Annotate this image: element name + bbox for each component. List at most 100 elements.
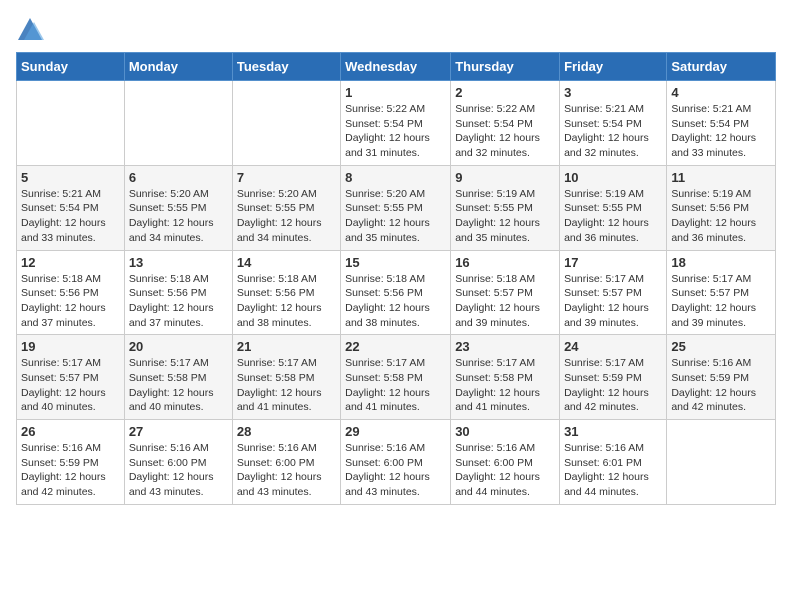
day-number: 19 [21, 339, 120, 354]
day-header-sunday: Sunday [17, 53, 125, 81]
day-cell: 8 Sunrise: 5:20 AMSunset: 5:55 PMDaylight… [341, 165, 451, 250]
day-cell: 12 Sunrise: 5:18 AMSunset: 5:56 PMDayligh… [17, 250, 125, 335]
day-info: Sunrise: 5:19 AMSunset: 5:55 PMDaylight:… [455, 187, 555, 246]
week-row-4: 19 Sunrise: 5:17 AMSunset: 5:57 PMDayligh… [17, 335, 776, 420]
day-cell: 19 Sunrise: 5:17 AMSunset: 5:57 PMDayligh… [17, 335, 125, 420]
day-info: Sunrise: 5:21 AMSunset: 5:54 PMDaylight:… [564, 102, 662, 161]
day-number: 15 [345, 255, 446, 270]
day-info: Sunrise: 5:20 AMSunset: 5:55 PMDaylight:… [129, 187, 228, 246]
day-info: Sunrise: 5:16 AMSunset: 6:00 PMDaylight:… [345, 441, 446, 500]
logo [16, 16, 48, 44]
day-number: 1 [345, 85, 446, 100]
week-row-3: 12 Sunrise: 5:18 AMSunset: 5:56 PMDayligh… [17, 250, 776, 335]
day-number: 29 [345, 424, 446, 439]
day-info: Sunrise: 5:22 AMSunset: 5:54 PMDaylight:… [455, 102, 555, 161]
day-info: Sunrise: 5:16 AMSunset: 6:00 PMDaylight:… [455, 441, 555, 500]
day-number: 4 [671, 85, 771, 100]
day-number: 16 [455, 255, 555, 270]
day-info: Sunrise: 5:18 AMSunset: 5:56 PMDaylight:… [237, 272, 336, 331]
header-row: SundayMondayTuesdayWednesdayThursdayFrid… [17, 53, 776, 81]
week-row-5: 26 Sunrise: 5:16 AMSunset: 5:59 PMDayligh… [17, 420, 776, 505]
day-header-tuesday: Tuesday [232, 53, 340, 81]
day-info: Sunrise: 5:20 AMSunset: 5:55 PMDaylight:… [345, 187, 446, 246]
day-number: 10 [564, 170, 662, 185]
day-number: 23 [455, 339, 555, 354]
logo-icon [16, 16, 44, 44]
day-cell: 24 Sunrise: 5:17 AMSunset: 5:59 PMDayligh… [560, 335, 667, 420]
day-cell [124, 81, 232, 166]
day-header-monday: Monday [124, 53, 232, 81]
day-number: 14 [237, 255, 336, 270]
day-info: Sunrise: 5:16 AMSunset: 5:59 PMDaylight:… [671, 356, 771, 415]
calendar: SundayMondayTuesdayWednesdayThursdayFrid… [16, 52, 776, 505]
day-cell: 21 Sunrise: 5:17 AMSunset: 5:58 PMDayligh… [232, 335, 340, 420]
day-number: 25 [671, 339, 771, 354]
day-info: Sunrise: 5:18 AMSunset: 5:56 PMDaylight:… [21, 272, 120, 331]
day-cell [17, 81, 125, 166]
day-number: 24 [564, 339, 662, 354]
day-cell: 31 Sunrise: 5:16 AMSunset: 6:01 PMDayligh… [560, 420, 667, 505]
day-cell: 26 Sunrise: 5:16 AMSunset: 5:59 PMDayligh… [17, 420, 125, 505]
day-cell: 9 Sunrise: 5:19 AMSunset: 5:55 PMDaylight… [451, 165, 560, 250]
day-number: 17 [564, 255, 662, 270]
day-number: 26 [21, 424, 120, 439]
day-info: Sunrise: 5:19 AMSunset: 5:56 PMDaylight:… [671, 187, 771, 246]
day-number: 13 [129, 255, 228, 270]
day-info: Sunrise: 5:18 AMSunset: 5:56 PMDaylight:… [345, 272, 446, 331]
day-info: Sunrise: 5:17 AMSunset: 5:58 PMDaylight:… [237, 356, 336, 415]
day-number: 2 [455, 85, 555, 100]
day-info: Sunrise: 5:17 AMSunset: 5:58 PMDaylight:… [455, 356, 555, 415]
day-cell: 7 Sunrise: 5:20 AMSunset: 5:55 PMDaylight… [232, 165, 340, 250]
day-cell: 17 Sunrise: 5:17 AMSunset: 5:57 PMDayligh… [560, 250, 667, 335]
day-cell: 27Sunrise: 5:16 AMSunset: 6:00 PMDayligh… [124, 420, 232, 505]
day-cell: 16 Sunrise: 5:18 AMSunset: 5:57 PMDayligh… [451, 250, 560, 335]
day-header-friday: Friday [560, 53, 667, 81]
week-row-1: 1 Sunrise: 5:22 AMSunset: 5:54 PMDaylight… [17, 81, 776, 166]
day-number: 27 [129, 424, 228, 439]
day-cell: 1 Sunrise: 5:22 AMSunset: 5:54 PMDaylight… [341, 81, 451, 166]
day-cell: 2 Sunrise: 5:22 AMSunset: 5:54 PMDaylight… [451, 81, 560, 166]
day-number: 5 [21, 170, 120, 185]
day-info: Sunrise: 5:16 AMSunset: 6:01 PMDaylight:… [564, 441, 662, 500]
day-cell [232, 81, 340, 166]
day-info: Sunrise: 5:17 AMSunset: 5:57 PMDaylight:… [21, 356, 120, 415]
day-number: 20 [129, 339, 228, 354]
day-info: Sunrise: 5:19 AMSunset: 5:55 PMDaylight:… [564, 187, 662, 246]
day-number: 21 [237, 339, 336, 354]
day-info: Sunrise: 5:21 AMSunset: 5:54 PMDaylight:… [21, 187, 120, 246]
day-cell: 6 Sunrise: 5:20 AMSunset: 5:55 PMDaylight… [124, 165, 232, 250]
day-cell: 22Sunrise: 5:17 AMSunset: 5:58 PMDayligh… [341, 335, 451, 420]
day-info: Sunrise: 5:17 AMSunset: 5:59 PMDaylight:… [564, 356, 662, 415]
day-cell: 23 Sunrise: 5:17 AMSunset: 5:58 PMDayligh… [451, 335, 560, 420]
day-cell: 25 Sunrise: 5:16 AMSunset: 5:59 PMDayligh… [667, 335, 776, 420]
day-header-thursday: Thursday [451, 53, 560, 81]
day-header-wednesday: Wednesday [341, 53, 451, 81]
day-info: Sunrise: 5:17 AMSunset: 5:57 PMDaylight:… [564, 272, 662, 331]
day-number: 18 [671, 255, 771, 270]
day-number: 31 [564, 424, 662, 439]
day-cell: 14 Sunrise: 5:18 AMSunset: 5:56 PMDayligh… [232, 250, 340, 335]
day-info: Sunrise: 5:20 AMSunset: 5:55 PMDaylight:… [237, 187, 336, 246]
day-cell: 11Sunrise: 5:19 AMSunset: 5:56 PMDayligh… [667, 165, 776, 250]
day-number: 8 [345, 170, 446, 185]
day-number: 12 [21, 255, 120, 270]
day-cell: 29 Sunrise: 5:16 AMSunset: 6:00 PMDayligh… [341, 420, 451, 505]
day-cell: 13 Sunrise: 5:18 AMSunset: 5:56 PMDayligh… [124, 250, 232, 335]
day-info: Sunrise: 5:18 AMSunset: 5:57 PMDaylight:… [455, 272, 555, 331]
week-row-2: 5 Sunrise: 5:21 AMSunset: 5:54 PMDaylight… [17, 165, 776, 250]
day-info: Sunrise: 5:16 AMSunset: 6:00 PMDaylight:… [237, 441, 336, 500]
day-cell: 5 Sunrise: 5:21 AMSunset: 5:54 PMDaylight… [17, 165, 125, 250]
day-number: 28 [237, 424, 336, 439]
day-header-saturday: Saturday [667, 53, 776, 81]
day-number: 6 [129, 170, 228, 185]
day-info: Sunrise: 5:21 AMSunset: 5:54 PMDaylight:… [671, 102, 771, 161]
day-info: Sunrise: 5:18 AMSunset: 5:56 PMDaylight:… [129, 272, 228, 331]
day-info: Sunrise: 5:22 AMSunset: 5:54 PMDaylight:… [345, 102, 446, 161]
day-number: 30 [455, 424, 555, 439]
day-cell: 15 Sunrise: 5:18 AMSunset: 5:56 PMDayligh… [341, 250, 451, 335]
day-info: Sunrise: 5:16 AMSunset: 5:59 PMDaylight:… [21, 441, 120, 500]
day-info: Sunrise: 5:17 AMSunset: 5:57 PMDaylight:… [671, 272, 771, 331]
day-cell: 20Sunrise: 5:17 AMSunset: 5:58 PMDayligh… [124, 335, 232, 420]
day-number: 9 [455, 170, 555, 185]
day-number: 7 [237, 170, 336, 185]
